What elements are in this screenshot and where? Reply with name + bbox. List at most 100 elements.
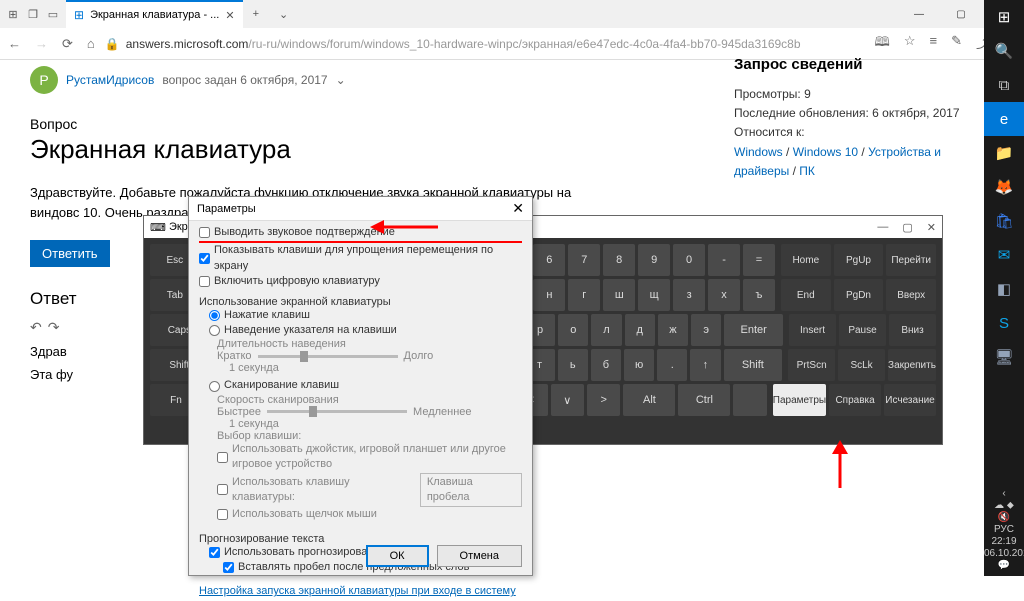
osk-key[interactable]: з [673,279,705,311]
redo-icon[interactable]: ↷ [48,319,60,336]
reply-button[interactable]: Ответить [30,240,110,267]
notifications-icon[interactable]: 💬 [984,560,1024,571]
sidebar-link[interactable]: ПК [799,164,815,178]
osk-key[interactable]: Исчезание [884,384,936,416]
reading-icon[interactable]: 🕮 [875,33,890,55]
lang-indicator[interactable]: РУС [984,524,1024,535]
osk-key[interactable]: л [591,314,621,346]
osk-key[interactable]: . [657,349,687,381]
search-icon[interactable]: 🔍 [984,34,1024,68]
cb-numpad[interactable]: Включить цифровую клавиатуру [199,274,522,289]
osk-key[interactable]: = [743,244,775,276]
explorer-icon[interactable]: 📁 [984,136,1024,170]
clock-time[interactable]: 22:19 [984,536,1024,547]
osk-key[interactable]: ScLk [838,349,885,381]
cb-sound[interactable]: Выводить звуковое подтверждение [199,225,522,243]
osk-key[interactable]: Alt [623,384,675,416]
chevron-down-icon[interactable]: ⌄ [336,73,346,87]
edge-icon[interactable]: e [984,102,1024,136]
osk-key[interactable]: Pause [839,314,886,346]
osk-key[interactable]: Shift [724,349,783,381]
radio-hover[interactable]: Наведение указателя на клавиши [209,323,522,338]
notes-icon[interactable]: ✎ [951,33,962,55]
osk-key[interactable]: д [625,314,655,346]
outlook-icon[interactable]: ✉ [984,238,1024,272]
osk-key[interactable]: Home [781,244,831,276]
osk-key[interactable]: н [533,279,565,311]
osk-key[interactable]: PrtScn [788,349,835,381]
start-button[interactable]: ⊞ [984,0,1024,34]
osk-key[interactable]: Перейти [886,244,936,276]
forward-button[interactable]: → [35,36,48,52]
osk-key[interactable]: ш [603,279,635,311]
osk-maximize[interactable]: ▢ [902,221,912,234]
osk-key[interactable]: - [708,244,740,276]
win-icon[interactable]: ❐ [24,8,42,21]
osk-key[interactable]: ↑ [690,349,720,381]
osk-key[interactable]: 8 [603,244,635,276]
sidebar-link[interactable]: Windows [734,145,783,159]
osk-key[interactable]: Вниз [889,314,936,346]
osk-key[interactable]: > [587,384,620,416]
star-icon[interactable]: ☆ [904,33,916,55]
osk-key[interactable]: Справка [829,384,881,416]
tab-chevron-icon[interactable]: ⌄ [269,8,298,21]
startup-link[interactable]: Настройка запуска экранной клавиатуры пр… [199,585,516,597]
app-icon[interactable]: ◧ [984,272,1024,306]
taskview-icon[interactable]: ⧉ [984,68,1024,102]
maximize-button[interactable]: ▢ [940,0,982,28]
ok-button[interactable]: ОК [366,545,429,567]
osk-key[interactable]: End [781,279,831,311]
osk-key[interactable]: Вверх [886,279,936,311]
osk-key[interactable]: б [591,349,621,381]
author-link[interactable]: РустамИдрисов [66,73,154,87]
osk-key[interactable]: ю [624,349,654,381]
osk-key[interactable]: 7 [568,244,600,276]
sidebar-link[interactable]: Windows 10 [793,145,858,159]
osk-minimize[interactable]: ― [877,221,888,234]
tray-chevron-icon[interactable]: ‹ [984,488,1024,499]
cancel-button[interactable]: Отмена [437,545,522,567]
osk-key[interactable]: 0 [673,244,705,276]
hover-slider[interactable] [258,355,398,358]
store-icon[interactable]: 🛍 [984,204,1024,238]
new-tab-button[interactable]: + [243,8,269,20]
osk-key[interactable]: Insert [789,314,836,346]
osk-key[interactable]: Ctrl [678,384,730,416]
radio-scan[interactable]: Сканирование клавиш [209,378,522,393]
back-button[interactable]: ← [8,36,21,52]
osk-key[interactable]: 9 [638,244,670,276]
scan-slider[interactable] [267,410,407,413]
osk-key[interactable]: щ [638,279,670,311]
dialog-close-icon[interactable]: ✕ [512,200,524,217]
osk-key[interactable]: о [558,314,588,346]
osk-key[interactable]: Параметры [773,384,826,416]
osk-key[interactable]: ∨ [551,384,584,416]
osk-key[interactable]: ь [558,349,588,381]
home-button[interactable]: ⌂ [87,36,95,52]
cb-kbkey[interactable]: Использовать клавишу клавиатуры: Клавиша… [217,473,522,508]
cb-mouse[interactable]: Использовать щелчок мыши [217,507,522,522]
refresh-button[interactable]: ⟳ [62,36,73,52]
minimize-button[interactable]: ― [898,0,940,28]
cb-joystick[interactable]: Использовать джойстик, игровой планшет и… [217,442,522,473]
osk-key[interactable]: ъ [743,279,775,311]
app-icon[interactable]: 🖥 [984,340,1024,374]
tray-icons[interactable]: ☁ ⬥ [984,500,1024,511]
osk-close[interactable]: ✕ [927,221,936,234]
skype-icon[interactable]: S [984,306,1024,340]
cb-showkeys[interactable]: Показывать клавиши для упрощения перемещ… [199,243,522,274]
radio-click[interactable]: Нажатие клавиш [209,308,522,323]
osk-key[interactable]: PgDn [834,279,884,311]
osk-key[interactable]: х [708,279,740,311]
volume-icon[interactable]: 🔇 [984,512,1024,523]
osk-key[interactable]: PgUp [834,244,884,276]
osk-key[interactable]: ж [658,314,688,346]
undo-icon[interactable]: ↶ [30,319,42,336]
close-tab-icon[interactable]: ✕ [225,9,234,22]
osk-key[interactable]: э [691,314,721,346]
firefox-icon[interactable]: 🦊 [984,170,1024,204]
osk-key[interactable]: Закрепить [888,349,936,381]
url-field[interactable]: 🔒 answers.microsoft.com/ru-ru/windows/fo… [105,37,865,51]
osk-key[interactable]: г [568,279,600,311]
